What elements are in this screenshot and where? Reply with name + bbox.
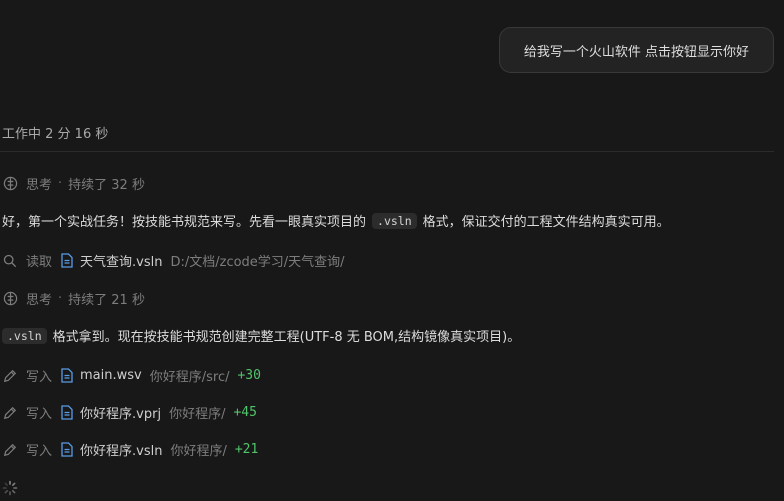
write-label: 写入	[26, 407, 53, 422]
write-step[interactable]: 写入 main.wsv 你好程序/src/ +30	[2, 366, 261, 385]
separator: ·	[58, 176, 63, 191]
lines-added: +21	[234, 442, 259, 457]
thinking-duration: 持续了 21 秒	[68, 293, 145, 308]
separator: ·	[58, 291, 63, 306]
thinking-step-1[interactable]: 思考 · 持续了 32 秒	[2, 174, 145, 193]
inline-code: .vsln	[2, 327, 47, 344]
write-label: 写入	[26, 444, 53, 459]
assistant-paragraph-2: .vsln 格式拿到。现在按技能书规范创建完整工程(UTF-8 无 BOM,结构…	[0, 326, 520, 345]
document-icon	[61, 367, 75, 384]
file-path: 你好程序/src/	[149, 370, 230, 385]
paragraph-text: 格式，保证交付的工程文件结构真实可用。	[422, 215, 670, 230]
assistant-paragraph-1: 好，第一个实战任务！按技能书规范来写。先看一眼真实项目的 .vsln 格式，保证…	[2, 211, 670, 230]
document-icon	[61, 441, 75, 458]
file-path: 你好程序/	[170, 444, 227, 459]
write-label: 写入	[26, 370, 53, 385]
search-icon	[2, 253, 18, 269]
file-name[interactable]: 你好程序.vsln	[80, 440, 162, 459]
pencil-icon	[2, 405, 18, 421]
file-name[interactable]: 你好程序.vprj	[80, 403, 161, 422]
thinking-label: 思考	[26, 293, 53, 308]
pencil-icon	[2, 368, 18, 384]
file-name[interactable]: 天气查询.vsln	[80, 251, 162, 270]
read-label: 读取	[26, 255, 53, 270]
spinner-icon	[2, 480, 18, 500]
lines-added: +30	[237, 368, 261, 383]
file-path: 你好程序/	[169, 407, 226, 422]
document-icon	[61, 404, 75, 421]
write-step[interactable]: 写入 你好程序.vsln 你好程序/ +21	[2, 440, 258, 459]
write-step[interactable]: 写入 你好程序.vprj 你好程序/ +45	[2, 403, 257, 422]
paragraph-text: 格式拿到。现在按技能书规范创建完整工程(UTF-8 无 BOM,结构镜像真实项目…	[52, 330, 521, 345]
file-name[interactable]: main.wsv	[80, 368, 142, 383]
thinking-duration: 持续了 32 秒	[68, 178, 145, 193]
user-message-text: 给我写一个火山软件 点击按钮显示你好	[523, 44, 750, 60]
user-message-bubble: 给我写一个火山软件 点击按钮显示你好	[499, 27, 774, 73]
file-path: D:/文档/zcode学习/天气查询/	[170, 255, 345, 270]
inline-code: .vsln	[372, 212, 417, 229]
divider	[0, 151, 774, 152]
brain-icon	[2, 176, 18, 192]
thinking-step-2[interactable]: 思考 · 持续了 21 秒	[2, 289, 145, 308]
brain-icon	[2, 291, 18, 307]
lines-added: +45	[233, 405, 257, 420]
work-status[interactable]: 工作中 2 分 16 秒	[2, 123, 108, 142]
document-icon	[61, 252, 75, 269]
read-step[interactable]: 读取 天气查询.vsln D:/文档/zcode学习/天气查询/	[2, 251, 345, 270]
paragraph-text: 好，第一个实战任务！按技能书规范来写。先看一眼真实项目的	[2, 215, 367, 230]
thinking-label: 思考	[26, 178, 53, 193]
pencil-icon	[2, 442, 18, 458]
